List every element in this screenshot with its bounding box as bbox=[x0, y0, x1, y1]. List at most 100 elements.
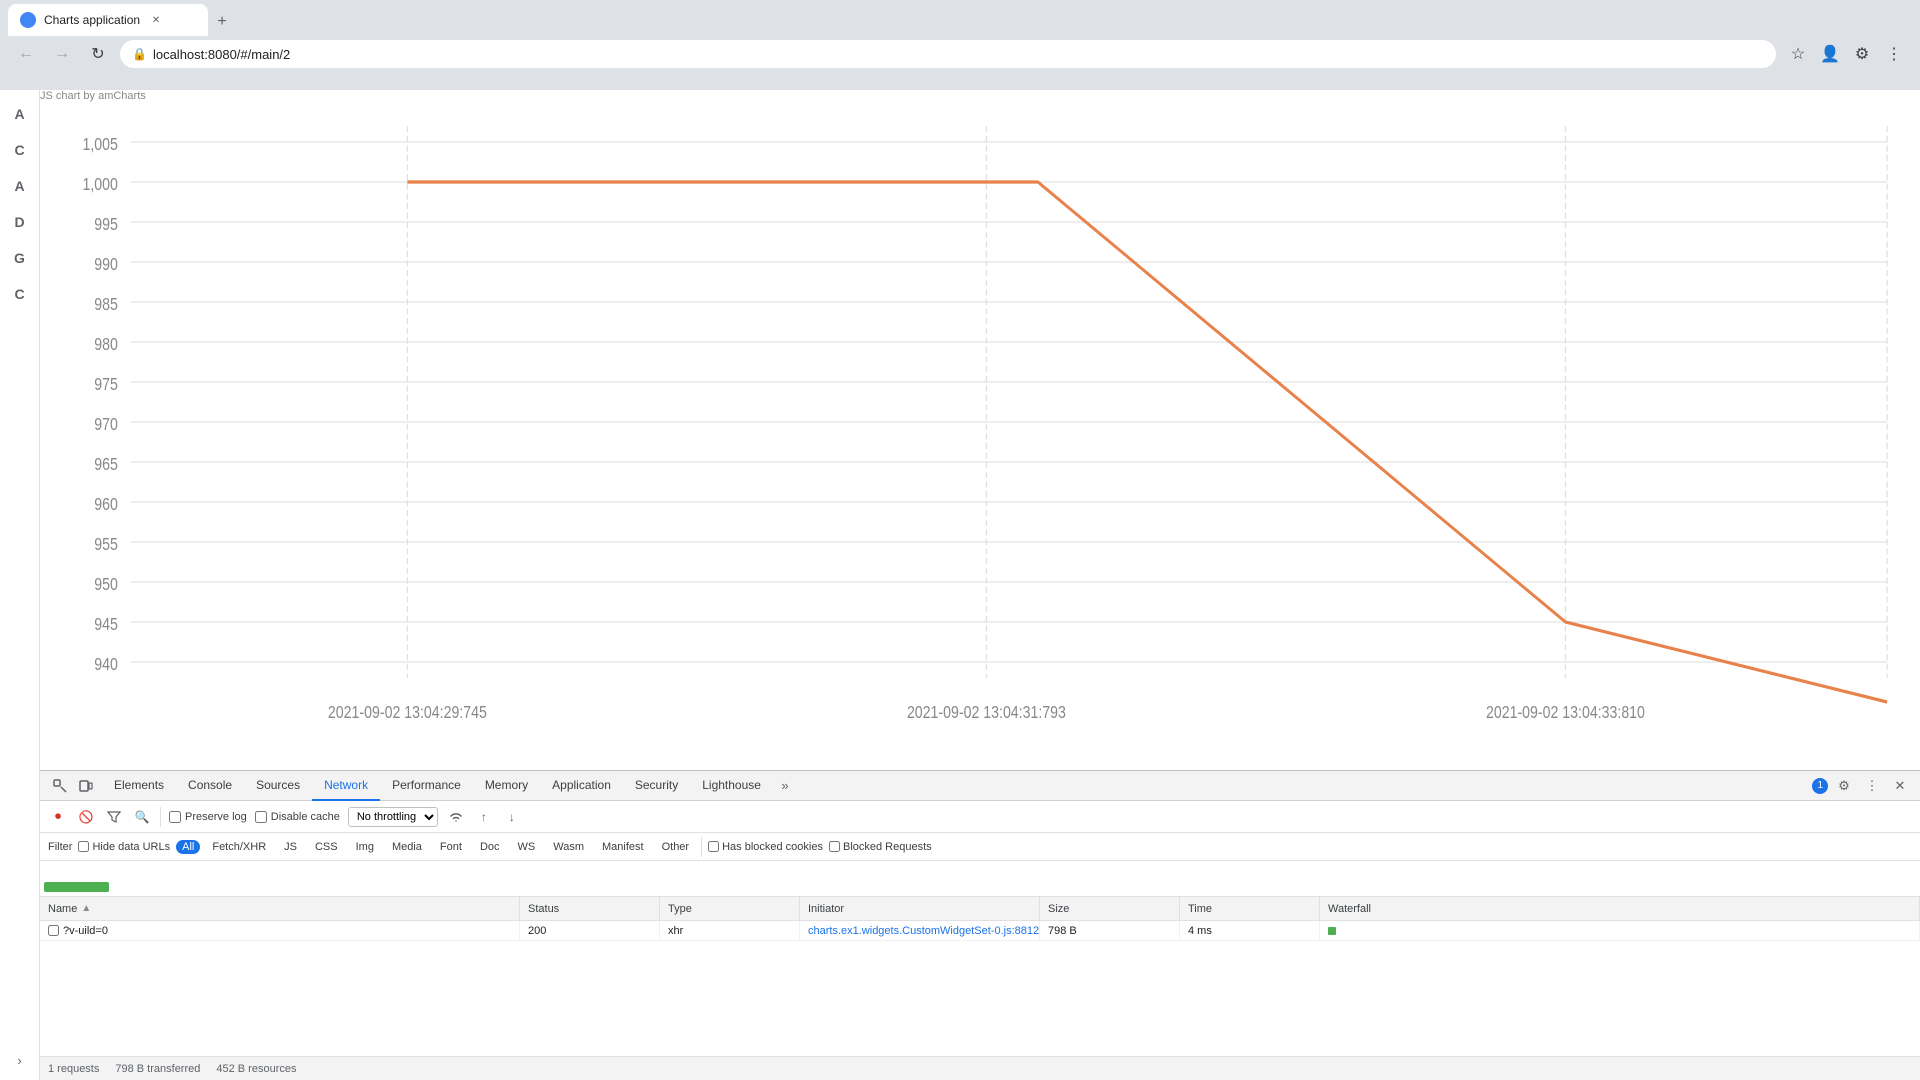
filter-type-font[interactable]: Font bbox=[434, 840, 468, 854]
filter-bar: Filter Hide data URLs All Fetch/XHR JS C… bbox=[40, 833, 1920, 861]
network-table[interactable]: Name ▲ Status Type Initiator Size bbox=[40, 897, 1920, 1056]
inspect-element-button[interactable] bbox=[48, 774, 72, 798]
th-size[interactable]: Size bbox=[1040, 897, 1180, 920]
tab-memory[interactable]: Memory bbox=[473, 771, 540, 801]
th-waterfall[interactable]: Waterfall bbox=[1320, 897, 1920, 920]
export-button[interactable]: ↓ bbox=[502, 807, 522, 827]
th-status[interactable]: Status bbox=[520, 897, 660, 920]
sidebar-item-0[interactable]: A bbox=[4, 98, 36, 130]
tab-elements[interactable]: Elements bbox=[102, 771, 176, 801]
reload-button[interactable]: ↻ bbox=[84, 40, 112, 68]
devtools-more-button[interactable]: ⋮ bbox=[1860, 774, 1884, 798]
filter-type-other[interactable]: Other bbox=[656, 840, 696, 854]
filter-type-media[interactable]: Media bbox=[386, 840, 428, 854]
forward-button[interactable]: → bbox=[48, 40, 76, 68]
back-button[interactable]: ← bbox=[12, 40, 40, 68]
filter-type-fetch-xhr[interactable]: Fetch/XHR bbox=[206, 840, 272, 854]
th-initiator[interactable]: Initiator bbox=[800, 897, 1040, 920]
wifi-button[interactable] bbox=[446, 807, 466, 827]
devtools-close-button[interactable]: ✕ bbox=[1888, 774, 1912, 798]
tab-console[interactable]: Console bbox=[176, 771, 244, 801]
table-header: Name ▲ Status Type Initiator Size bbox=[40, 897, 1920, 921]
chart-svg: 1,005 1,000 995 990 985 980 975 970 965 … bbox=[60, 126, 1900, 766]
svg-text:980: 980 bbox=[94, 336, 118, 355]
table-row[interactable]: ?v-uild=0 200 xhr charts.ex1.widgets.Cus… bbox=[40, 921, 1920, 941]
tab-performance[interactable]: Performance bbox=[380, 771, 473, 801]
row-checkbox[interactable] bbox=[48, 925, 59, 936]
td-name[interactable]: ?v-uild=0 bbox=[40, 921, 520, 940]
svg-text:2021-09-02 13:04:33:810: 2021-09-02 13:04:33:810 bbox=[1486, 704, 1645, 723]
expand-panel-btn[interactable]: › bbox=[8, 1048, 32, 1072]
th-time[interactable]: Time bbox=[1180, 897, 1320, 920]
filter-type-ws[interactable]: WS bbox=[512, 840, 542, 854]
devtools-end-actions: 1 ⚙ ⋮ ✕ bbox=[1812, 774, 1912, 798]
blocked-requests-checkbox[interactable]: Blocked Requests bbox=[829, 841, 932, 853]
devtools-settings-button[interactable]: ⚙ bbox=[1832, 774, 1856, 798]
td-status: 200 bbox=[520, 921, 660, 940]
tab-lighthouse[interactable]: Lighthouse bbox=[690, 771, 773, 801]
timeline-entry bbox=[44, 882, 109, 892]
tab-sources[interactable]: Sources bbox=[244, 771, 312, 801]
tab-favicon bbox=[20, 12, 36, 28]
active-tab[interactable]: Charts application ✕ bbox=[8, 4, 208, 36]
has-blocked-cookies-checkbox[interactable]: Has blocked cookies bbox=[708, 841, 823, 853]
svg-text:1,000: 1,000 bbox=[82, 176, 118, 195]
chart-title: JS chart by amCharts bbox=[40, 90, 146, 102]
filter-type-manifest[interactable]: Manifest bbox=[596, 840, 650, 854]
hide-data-urls-checkbox[interactable]: Hide data URLs bbox=[78, 841, 170, 853]
throttle-select[interactable]: No throttling Fast 3G Slow 3G Offline bbox=[348, 807, 438, 827]
record-button[interactable]: ⏺ bbox=[48, 807, 68, 827]
menu-button[interactable]: ⋮ bbox=[1880, 40, 1908, 68]
tab-application[interactable]: Application bbox=[540, 771, 623, 801]
search-button[interactable]: 🔍 bbox=[132, 807, 152, 827]
bookmark-button[interactable]: ☆ bbox=[1784, 40, 1812, 68]
url-text: localhost:8080/#/main/2 bbox=[153, 47, 290, 62]
devtools-left-actions bbox=[48, 774, 98, 798]
svg-text:2021-09-02 13:04:29:745: 2021-09-02 13:04:29:745 bbox=[328, 704, 487, 723]
browser-chrome: Charts application ✕ + ← → ↻ 🔒 localhost… bbox=[0, 0, 1920, 90]
address-actions: ☆ 👤 ⚙ ⋮ bbox=[1784, 40, 1908, 68]
tab-security[interactable]: Security bbox=[623, 771, 690, 801]
svg-text:950: 950 bbox=[94, 576, 118, 595]
td-time: 4 ms bbox=[1180, 921, 1320, 940]
more-tabs-button[interactable]: » bbox=[773, 774, 797, 798]
import-button[interactable]: ↑ bbox=[474, 807, 494, 827]
filter-type-css[interactable]: CSS bbox=[309, 840, 344, 854]
tab-network[interactable]: Network bbox=[312, 771, 380, 801]
svg-text:940: 940 bbox=[94, 656, 118, 675]
filter-type-wasm[interactable]: Wasm bbox=[547, 840, 590, 854]
svg-text:975: 975 bbox=[94, 376, 118, 395]
clear-button[interactable]: 🚫 bbox=[76, 807, 96, 827]
svg-text:970: 970 bbox=[94, 416, 118, 435]
resources-size: 452 B resources bbox=[216, 1063, 296, 1075]
filter-type-doc[interactable]: Doc bbox=[474, 840, 506, 854]
sidebar-item-4[interactable]: G bbox=[4, 242, 36, 274]
th-type[interactable]: Type bbox=[660, 897, 800, 920]
profile-button[interactable]: 👤 bbox=[1816, 40, 1844, 68]
extension-button[interactable]: ⚙ bbox=[1848, 40, 1876, 68]
sidebar-item-2[interactable]: A bbox=[4, 170, 36, 202]
tab-bar: Charts application ✕ + bbox=[0, 0, 1920, 36]
url-bar[interactable]: 🔒 localhost:8080/#/main/2 bbox=[120, 40, 1776, 68]
sidebar-item-3[interactable]: D bbox=[4, 206, 36, 238]
filter-label: Filter bbox=[48, 841, 72, 853]
sidebar-item-1[interactable]: C bbox=[4, 134, 36, 166]
toolbar-sep-1 bbox=[160, 807, 161, 827]
th-name[interactable]: Name ▲ bbox=[40, 897, 520, 920]
address-bar: ← → ↻ 🔒 localhost:8080/#/main/2 ☆ 👤 ⚙ ⋮ bbox=[0, 36, 1920, 72]
td-initiator[interactable]: charts.ex1.widgets.CustomWidgetSet-0.js:… bbox=[800, 921, 1040, 940]
device-toolbar-button[interactable] bbox=[74, 774, 98, 798]
filter-button[interactable] bbox=[104, 807, 124, 827]
filter-type-all[interactable]: All bbox=[176, 840, 200, 854]
new-tab-button[interactable]: + bbox=[208, 8, 236, 36]
tab-close-button[interactable]: ✕ bbox=[148, 12, 164, 28]
sidebar-item-5[interactable]: C bbox=[4, 278, 36, 310]
filter-type-img[interactable]: Img bbox=[350, 840, 380, 854]
filter-type-js[interactable]: JS bbox=[278, 840, 303, 854]
chart-area: JS chart by amCharts 1,005 1,000 995 990… bbox=[40, 90, 1920, 770]
disable-cache-checkbox[interactable]: Disable cache bbox=[255, 811, 340, 823]
preserve-log-checkbox[interactable]: Preserve log bbox=[169, 811, 247, 823]
svg-text:990: 990 bbox=[94, 256, 118, 275]
timeline-bar: 5 ms 10 ms 15 ms 20 ms 25 ms 30 ms 35 ms… bbox=[40, 861, 1920, 897]
devtools-panel: Elements Console Sources Network Perform… bbox=[40, 770, 1920, 1080]
